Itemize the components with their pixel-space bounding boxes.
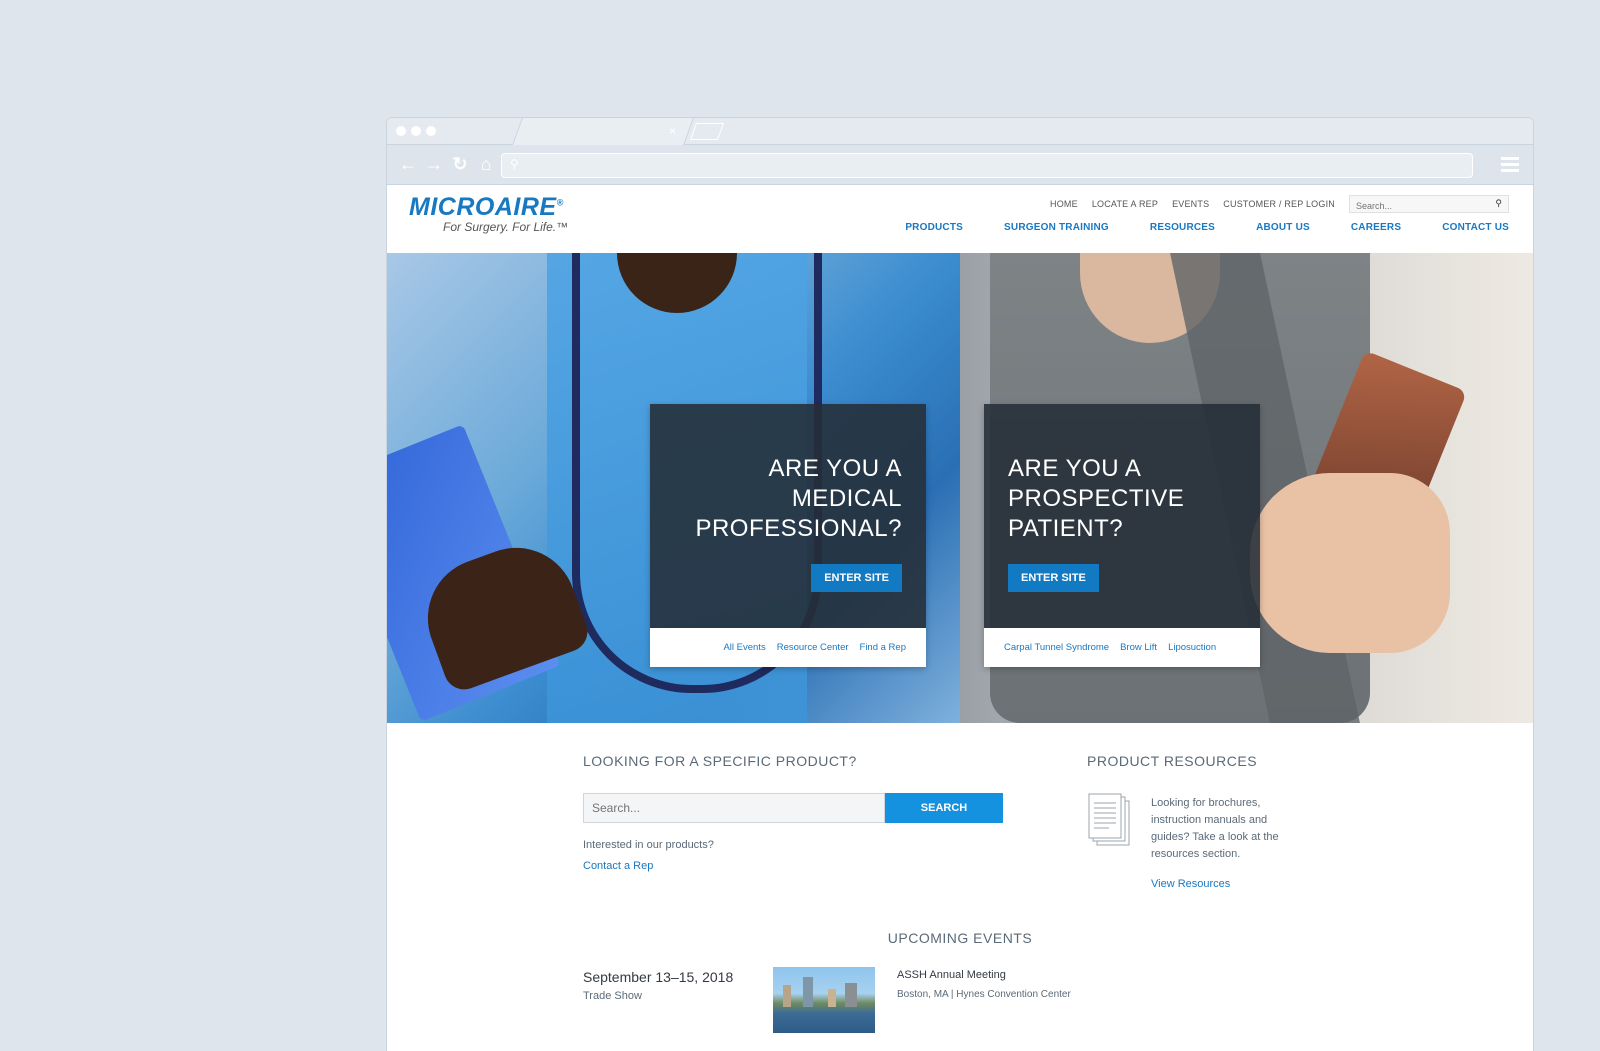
topnav-home[interactable]: HOME [1050,199,1078,209]
topnav-locate-rep[interactable]: LOCATE A REP [1092,199,1158,209]
link-all-events[interactable]: All Events [723,642,765,653]
forward-arrow-icon[interactable]: → [425,154,443,175]
main-nav: PRODUCTS SURGEON TRAINING RESOURCES ABOU… [905,222,1509,233]
utility-nav: HOME LOCATE A REP EVENTS CUSTOMER / REP … [1050,195,1509,214]
view-resources-link[interactable]: View Resources [1151,878,1230,890]
link-resource-center[interactable]: Resource Center [777,642,849,653]
link-find-rep[interactable]: Find a Rep [860,642,906,653]
browser-tabstrip: × [387,118,1533,145]
contact-rep-link[interactable]: Contact a Rep [583,860,653,872]
event-type: Trade Show [583,990,642,1002]
event-date: September 13–15, 2018 [583,969,734,985]
browser-window: × ← → ↻ ⌂ ⚲ MICROAIRE® For Surgery. For … [386,117,1534,1051]
nav-resources[interactable]: RESOURCES [1150,222,1215,233]
document-icon [1088,793,1130,846]
topnav-login[interactable]: CUSTOMER / REP LOGIN [1223,199,1335,209]
topnav-events[interactable]: EVENTS [1172,199,1209,209]
browser-toolbar: ← → ↻ ⌂ ⚲ [387,145,1533,185]
registered-mark: ® [556,197,564,208]
nav-surgeon-training[interactable]: SURGEON TRAINING [1004,222,1109,233]
link-brow-lift[interactable]: Brow Lift [1120,642,1157,653]
website: MICROAIRE® For Surgery. For Life.™ HOME … [387,185,1533,1051]
enter-site-button[interactable]: ENTER SITE [1008,564,1099,592]
search-icon: ⚲ [510,157,519,171]
hero-medical-image: ARE YOU A MEDICAL PROFESSIONAL? ENTER SI… [387,253,960,723]
resources-description: Looking for brochures, instruction manua… [1151,797,1279,860]
card-title: ARE YOU A MEDICAL PROFESSIONAL? [695,455,902,542]
window-controls[interactable] [396,126,436,136]
reload-icon[interactable]: ↻ [451,154,469,175]
nav-contact-us[interactable]: CONTACT US [1442,222,1509,233]
address-bar[interactable]: ⚲ [501,153,1473,178]
link-liposuction[interactable]: Liposuction [1168,642,1216,653]
product-search-heading: LOOKING FOR A SPECIFIC PRODUCT? [583,753,857,769]
hamburger-menu-icon[interactable] [1501,157,1519,175]
interest-text: Interested in our products? [583,839,714,851]
logo[interactable]: MICROAIRE® For Surgery. For Life.™ [409,193,568,234]
product-resources-heading: PRODUCT RESOURCES [1087,753,1258,769]
medical-professional-card: ARE YOU A MEDICAL PROFESSIONAL? ENTER SI… [650,404,926,667]
hero: ARE YOU A MEDICAL PROFESSIONAL? ENTER SI… [387,253,1533,723]
search-button[interactable]: SEARCH [885,793,1003,823]
logo-tagline: For Surgery. For Life.™ [443,220,569,234]
hero-patient-image: ARE YOU A PROSPECTIVE PATIENT? ENTER SIT… [960,253,1533,723]
prospective-patient-card: ARE YOU A PROSPECTIVE PATIENT? ENTER SIT… [984,404,1260,667]
card-title: ARE YOU A PROSPECTIVE PATIENT? [1008,455,1185,542]
event-location: Boston, MA | Hynes Convention Center [897,989,1071,1000]
logo-wordmark: MICROAIRE [409,193,557,221]
product-search: SEARCH [583,793,1003,823]
event-image[interactable] [773,967,875,1033]
nav-careers[interactable]: CAREERS [1351,222,1401,233]
nav-products[interactable]: PRODUCTS [905,222,963,233]
header-search: ⚲ [1349,195,1509,214]
event-name[interactable]: ASSH Annual Meeting [897,969,1006,981]
content-section: LOOKING FOR A SPECIFIC PRODUCT? SEARCH I… [387,723,1533,1051]
browser-tab[interactable] [512,118,694,145]
new-tab-button[interactable] [689,123,725,140]
enter-site-button[interactable]: ENTER SITE [811,564,902,592]
product-search-input[interactable] [583,793,885,823]
home-icon[interactable]: ⌂ [477,154,495,175]
link-carpal-tunnel[interactable]: Carpal Tunnel Syndrome [1004,642,1109,653]
upcoming-events-heading: UPCOMING EVENTS [887,930,1033,946]
back-arrow-icon[interactable]: ← [399,154,417,175]
nav-about-us[interactable]: ABOUT US [1256,222,1310,233]
header-search-input[interactable] [1350,198,1508,214]
search-icon[interactable]: ⚲ [1495,198,1502,209]
close-icon[interactable]: × [669,124,676,138]
